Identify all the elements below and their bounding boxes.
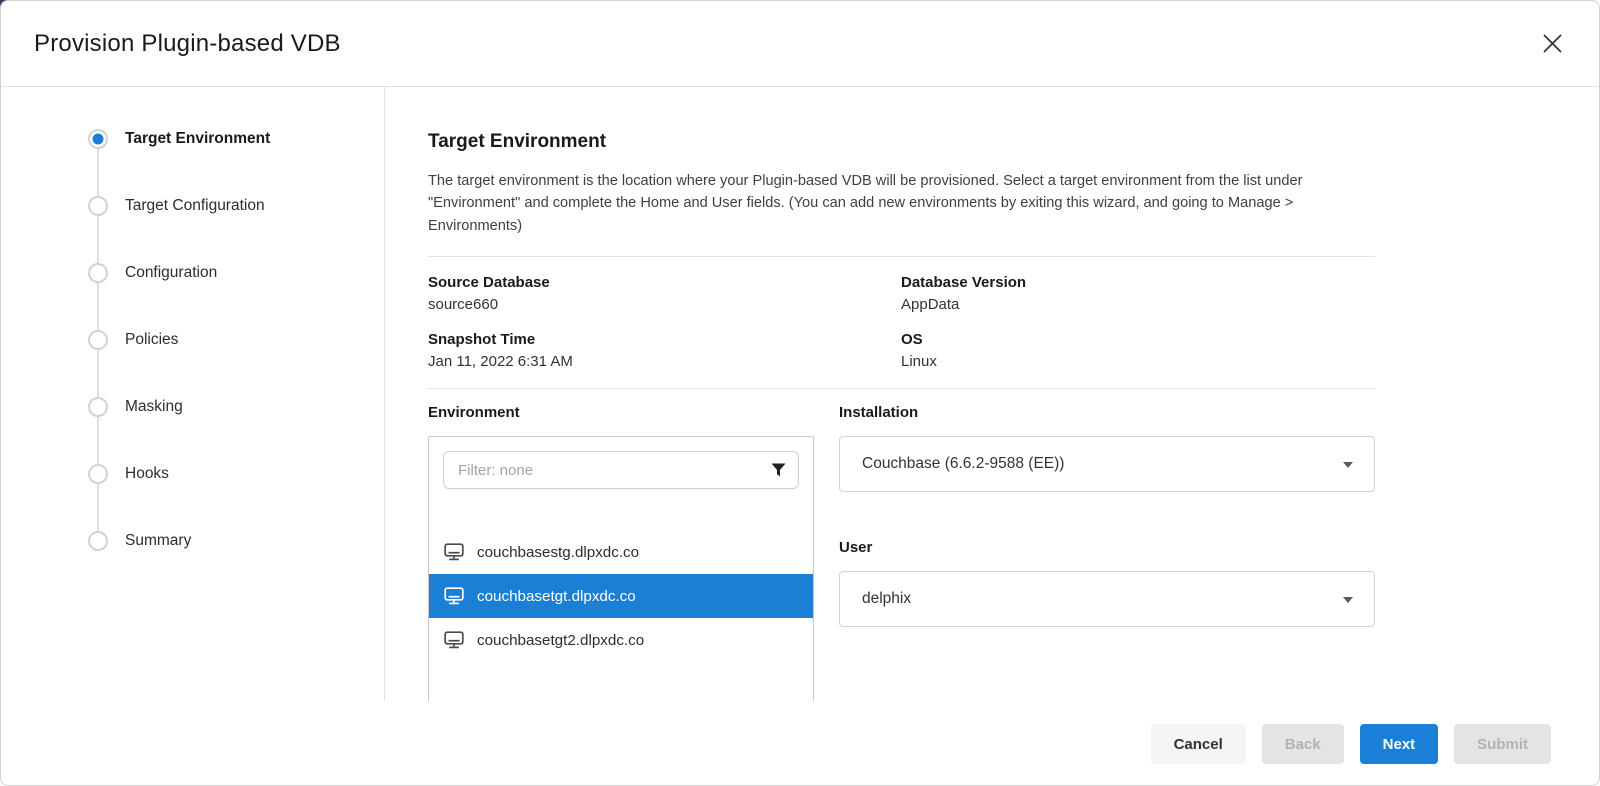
footer-button[interactable]: Cancel xyxy=(1151,724,1246,764)
host-monitor-icon xyxy=(444,631,464,649)
provision-vdb-dialog: Provision Plugin-based VDB Target Enviro… xyxy=(0,0,1600,786)
dialog-title: Provision Plugin-based VDB xyxy=(34,30,341,58)
step-content: Target Environment The target environmen… xyxy=(385,87,1375,701)
environment-name: couchbasestg.dlpxdc.co xyxy=(477,544,639,561)
step-indicator-circle xyxy=(88,330,108,350)
stepper-step[interactable]: Configuration xyxy=(1,239,384,306)
stepper-step[interactable]: Summary xyxy=(1,507,384,574)
dialog-footer: Cancel Back Next Submit xyxy=(1,701,1599,785)
filter-funnel-icon[interactable] xyxy=(771,463,786,477)
dialog-header: Provision Plugin-based VDB xyxy=(1,1,1599,87)
stepper-step[interactable]: Hooks xyxy=(1,440,384,507)
info-cell: Source Database source660 xyxy=(428,274,901,313)
info-cell: Database Version AppData xyxy=(901,274,1375,313)
info-label: Source Database xyxy=(428,274,901,291)
step-label: Target Configuration xyxy=(125,197,265,215)
step-indicator-circle xyxy=(88,129,108,149)
section-heading: Target Environment xyxy=(428,131,1375,153)
step-label: Masking xyxy=(125,398,183,416)
source-info-grid: Source Database source660 Database Versi… xyxy=(428,256,1375,389)
info-cell: OS Linux xyxy=(901,331,1375,370)
info-label: Snapshot Time xyxy=(428,331,901,348)
environment-list-item[interactable]: couchbasetgt2.dlpxdc.co xyxy=(429,618,813,662)
environment-name: couchbasetgt.dlpxdc.co xyxy=(477,588,636,605)
stepper-step[interactable]: Masking xyxy=(1,373,384,440)
step-indicator-circle xyxy=(88,263,108,283)
step-indicator-circle xyxy=(88,464,108,484)
stepper-step[interactable]: Target Configuration xyxy=(1,172,384,239)
info-value: source660 xyxy=(428,296,901,313)
environment-name: couchbasetgt2.dlpxdc.co xyxy=(477,632,644,649)
installation-label: Installation xyxy=(839,404,1375,421)
environment-label: Environment xyxy=(428,404,814,421)
footer-button[interactable]: Next xyxy=(1360,724,1439,764)
footer-button[interactable]: Back xyxy=(1262,724,1344,764)
installation-selected-value: Couchbase (6.6.2-9588 (EE)) xyxy=(862,455,1064,473)
environment-filter-input[interactable] xyxy=(443,451,799,489)
page-background: Provision Plugin-based VDB Target Enviro… xyxy=(0,0,1600,786)
host-monitor-icon xyxy=(444,587,464,605)
section-description: The target environment is the location w… xyxy=(428,170,1375,237)
stepper-step[interactable]: Policies xyxy=(1,306,384,373)
info-cell: Snapshot Time Jan 11, 2022 6:31 AM xyxy=(428,331,901,370)
wizard-stepper: Target Environment Target Configuration … xyxy=(1,87,385,701)
chevron-down-icon xyxy=(1343,462,1353,468)
info-value: AppData xyxy=(901,296,1375,313)
step-indicator-circle xyxy=(88,397,108,417)
info-label: OS xyxy=(901,331,1375,348)
info-value: Linux xyxy=(901,353,1375,370)
environment-list-item[interactable]: couchbasetgt.dlpxdc.co xyxy=(429,574,813,618)
user-selected-value: delphix xyxy=(862,590,911,608)
step-label: Target Environment xyxy=(125,130,270,148)
step-indicator-circle xyxy=(88,531,108,551)
installation-user-section: Installation Couchbase (6.6.2-9588 (EE))… xyxy=(839,404,1375,701)
close-icon xyxy=(1539,30,1566,57)
environment-list-box: couchbasestg.dlpxdc.co xyxy=(428,436,814,701)
user-select[interactable]: delphix xyxy=(839,571,1375,627)
host-monitor-icon xyxy=(444,543,464,561)
step-indicator-circle xyxy=(88,196,108,216)
dialog-body: Target Environment Target Configuration … xyxy=(1,87,1599,701)
close-button[interactable] xyxy=(1535,27,1569,61)
installation-select[interactable]: Couchbase (6.6.2-9588 (EE)) xyxy=(839,436,1375,492)
stepper-step[interactable]: Target Environment xyxy=(1,105,384,172)
user-label: User xyxy=(839,539,1375,556)
step-label: Configuration xyxy=(125,264,217,282)
step-label: Hooks xyxy=(125,465,169,483)
environment-list: couchbasestg.dlpxdc.co xyxy=(429,530,813,662)
environment-section: Environment xyxy=(428,404,814,701)
environment-list-item[interactable]: couchbasestg.dlpxdc.co xyxy=(429,530,813,574)
info-label: Database Version xyxy=(901,274,1375,291)
footer-button[interactable]: Submit xyxy=(1454,724,1551,764)
step-label: Policies xyxy=(125,331,178,349)
chevron-down-icon xyxy=(1343,597,1353,603)
step-label: Summary xyxy=(125,532,191,550)
info-value: Jan 11, 2022 6:31 AM xyxy=(428,353,901,370)
